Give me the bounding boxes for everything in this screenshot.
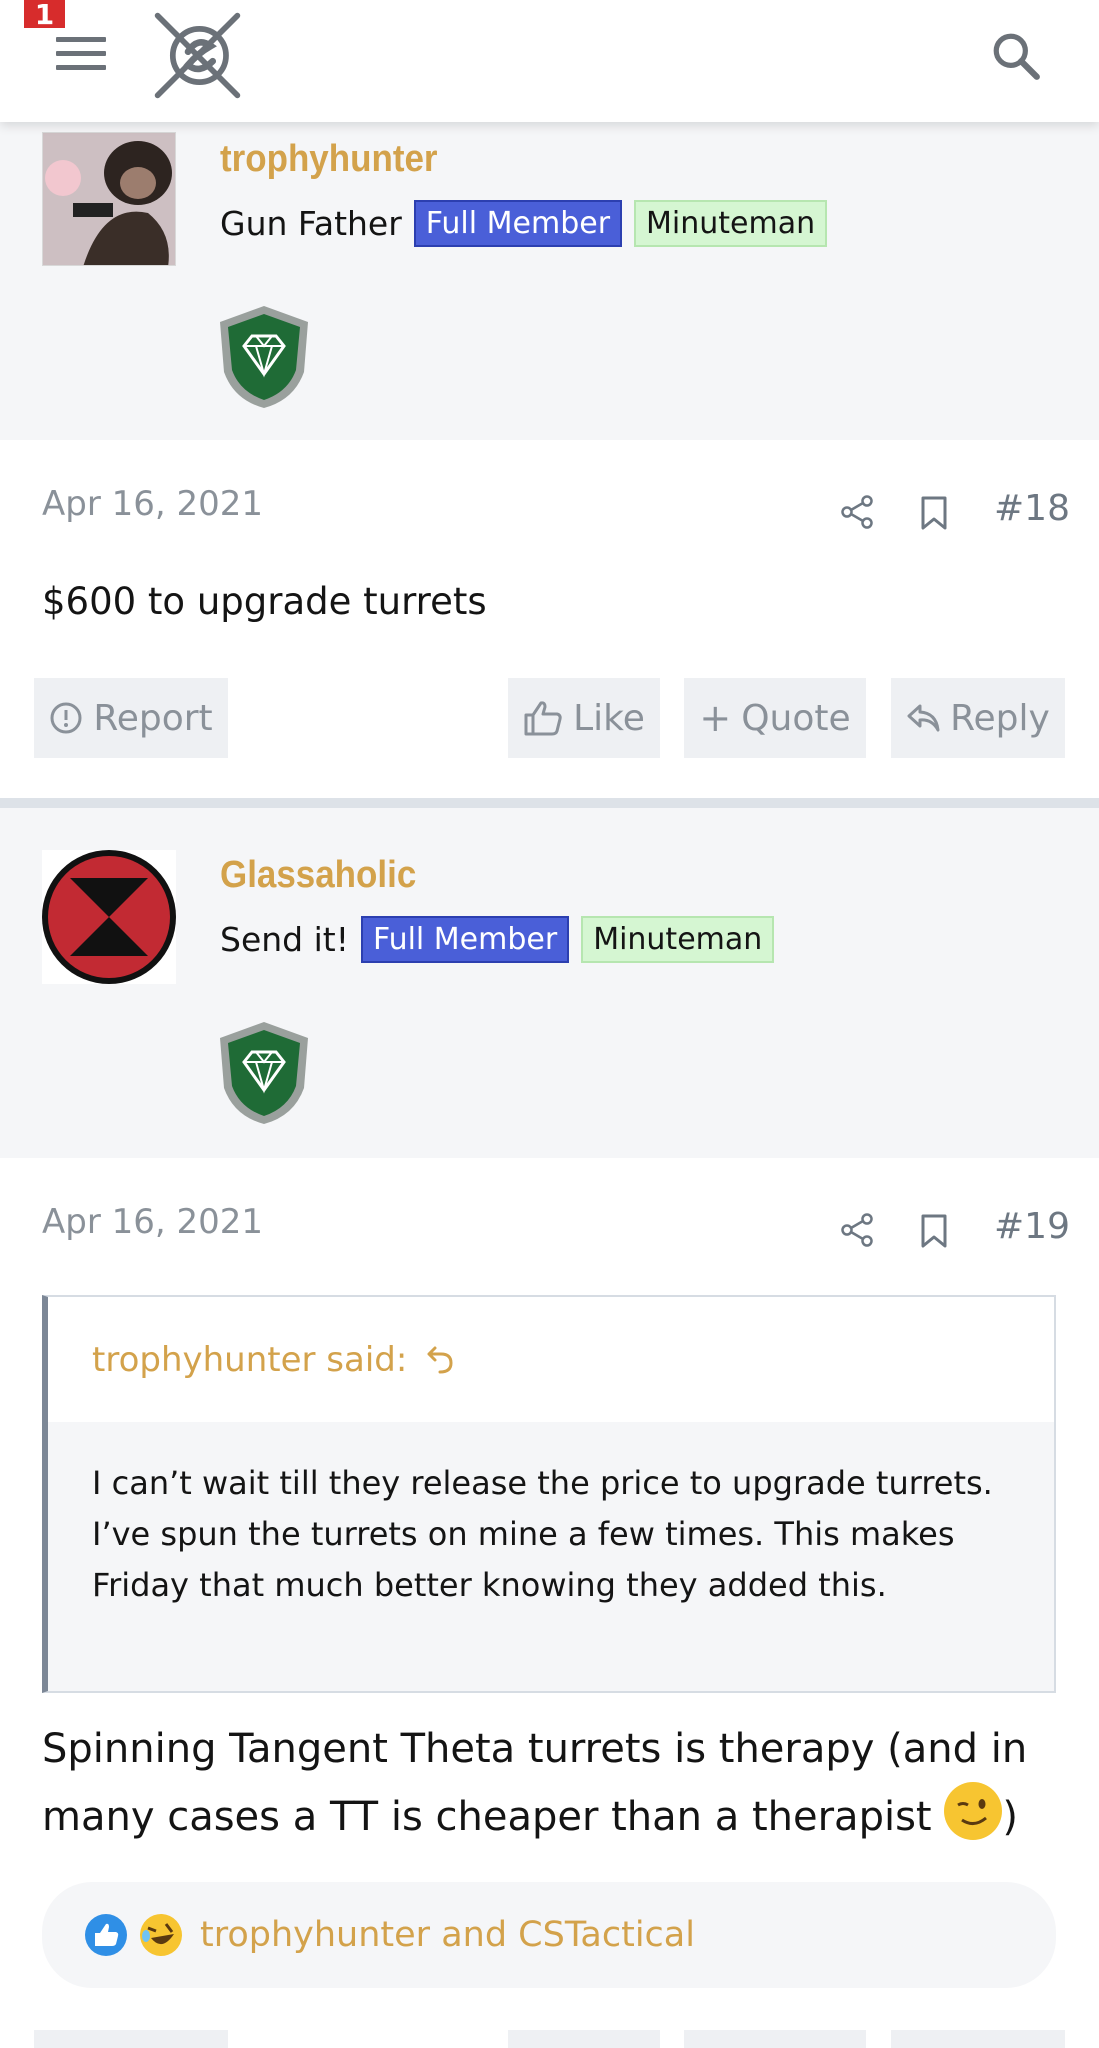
jump-to-quote-icon[interactable] (425, 1344, 455, 1376)
post-body-end: ) (1002, 1794, 1018, 1840)
like-button[interactable] (508, 2030, 660, 2048)
quote-button[interactable] (684, 2030, 866, 2048)
user-title-row: Send it! Full Member Minuteman (220, 916, 775, 963)
quote-block: trophyhunter said: I can’t wait till the… (42, 1295, 1056, 1693)
diamond-shield-icon (220, 306, 308, 408)
like-reaction-icon[interactable] (84, 1913, 128, 1957)
like-button[interactable]: Like (508, 678, 660, 758)
reaction-users[interactable]: trophyhunter and CSTactical (200, 1915, 695, 1955)
user-title-row: Gun Father Full Member Minuteman (220, 200, 828, 247)
username[interactable]: trophyhunter (220, 138, 438, 181)
quote-header[interactable]: trophyhunter said: (48, 1297, 1054, 1422)
user-title: Send it! (220, 920, 349, 959)
winking-face-icon (944, 1782, 1003, 1840)
reply-button[interactable]: Reply (891, 678, 1065, 758)
site-logo[interactable] (150, 8, 245, 103)
post-body-text: Spinning Tangent Theta turrets is therap… (42, 1726, 1028, 1840)
top-bar: 1 (0, 0, 1099, 122)
post-body: $600 to upgrade turrets (42, 580, 487, 623)
post-date[interactable]: Apr 16, 2021 (42, 1202, 263, 1242)
diamond-shield-icon (220, 1022, 308, 1124)
search-icon[interactable] (990, 30, 1042, 82)
plus-icon: + (699, 696, 732, 740)
username[interactable]: Glassaholic (220, 854, 416, 897)
full-member-badge: Full Member (360, 916, 570, 963)
report-label: Report (93, 697, 213, 739)
user-info-panel: Glassaholic Send it! Full Member Minutem… (0, 808, 1099, 1158)
report-button[interactable]: Report (34, 678, 228, 758)
avatar[interactable] (42, 850, 176, 984)
quote-label: Quote (741, 697, 851, 739)
minuteman-badge: Minuteman (634, 200, 828, 247)
post-body: Spinning Tangent Theta turrets is therap… (42, 1717, 1062, 1850)
like-label: Like (573, 697, 645, 739)
reply-label: Reply (950, 697, 1050, 739)
reactions-bar[interactable]: trophyhunter and CSTactical (42, 1882, 1056, 1988)
report-button[interactable] (34, 2030, 228, 2048)
laugh-reaction-icon[interactable] (138, 1912, 184, 1958)
quote-button[interactable]: + Quote (684, 678, 866, 758)
share-icon[interactable] (840, 1213, 874, 1247)
reply-button[interactable] (891, 2030, 1065, 2048)
full-member-badge: Full Member (413, 200, 623, 247)
share-icon[interactable] (840, 495, 874, 529)
quote-author[interactable]: trophyhunter said: (92, 1340, 407, 1380)
post-18: Apr 16, 2021 #18 $600 to upgrade turrets… (0, 440, 1099, 798)
user-title: Gun Father (220, 204, 402, 243)
post-date[interactable]: Apr 16, 2021 (42, 484, 263, 524)
post-number[interactable]: #19 (994, 1206, 1070, 1247)
hamburger-menu-icon[interactable] (56, 37, 106, 73)
minuteman-badge: Minuteman (581, 916, 775, 963)
reply-arrow-icon (907, 704, 940, 732)
post-divider (0, 798, 1099, 808)
bookmark-icon[interactable] (920, 496, 948, 530)
thumbs-up-icon (524, 701, 562, 736)
post-number[interactable]: #18 (994, 488, 1070, 529)
bookmark-icon[interactable] (920, 1214, 948, 1248)
user-info-panel: trophyhunter Gun Father Full Member Minu… (0, 122, 1099, 440)
report-icon (50, 702, 82, 734)
notification-badge[interactable]: 1 (24, 0, 65, 30)
avatar[interactable] (42, 132, 176, 266)
quote-text: I can’t wait till they release the price… (48, 1422, 1054, 1691)
